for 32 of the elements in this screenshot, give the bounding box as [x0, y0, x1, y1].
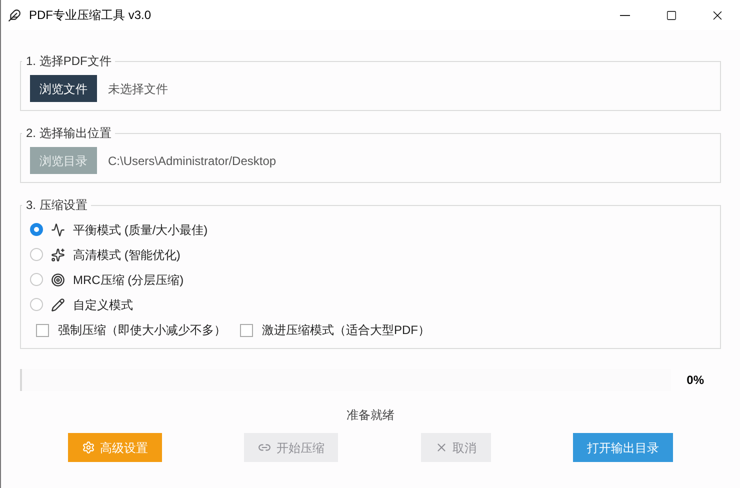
radio-label: MRC压缩 (分层压缩): [73, 272, 184, 288]
maximize-icon: [666, 10, 676, 20]
checkbox-label: 激进压缩模式（适合大型PDF）: [262, 322, 430, 339]
gear-icon: [82, 441, 95, 454]
action-button[interactable]: 高级设置: [68, 433, 162, 462]
radio-label: 平衡模式 (质量/大小最佳): [73, 222, 208, 238]
file-path-text: 未选择文件: [108, 80, 168, 98]
group-title: 2. 选择输出位置: [25, 125, 112, 142]
radio-label: 高清模式 (智能优化): [73, 246, 180, 264]
sparkle-icon: [51, 248, 65, 262]
feather-icon: [8, 8, 21, 22]
wave-icon: [51, 222, 65, 236]
window-title: PDF专业压缩工具 v3.0: [29, 7, 152, 24]
checkbox[interactable]: [240, 324, 253, 336]
browse-button[interactable]: 浏览文件: [30, 75, 97, 102]
radio-button[interactable]: [30, 298, 43, 311]
radio-label: 自定义模式: [73, 296, 133, 314]
group-title: 3. 压缩设置: [25, 197, 88, 214]
radio-button[interactable]: [30, 273, 43, 286]
checkbox-label: 强制压缩（即使大小减少不多）: [58, 322, 226, 339]
group-title: 1. 选择PDF文件: [25, 53, 112, 70]
radio-button[interactable]: [30, 223, 43, 236]
pencil-icon: [51, 298, 65, 312]
minimize-icon: [620, 14, 630, 16]
action-button[interactable]: 打开输出目录: [572, 433, 673, 462]
cross-icon: [434, 441, 448, 454]
checkbox[interactable]: [36, 324, 49, 336]
radio-button[interactable]: [30, 248, 43, 261]
status-text: 准备就绪: [346, 407, 394, 424]
target-icon: [51, 272, 65, 286]
output-path-text: C:\Users\Administrator/Desktop: [108, 152, 276, 170]
progress-percent: 0%: [686, 372, 704, 389]
